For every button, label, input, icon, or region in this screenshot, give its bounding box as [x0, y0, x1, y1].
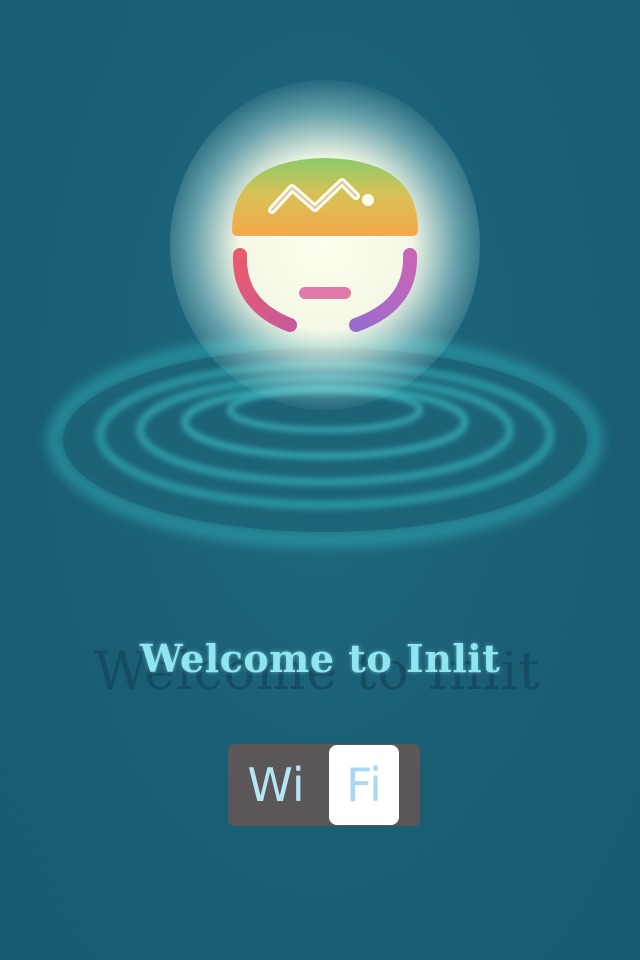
wifi-toggle-label-wi: Wi	[247, 758, 305, 812]
rainbow-lightbulb-icon	[232, 158, 418, 380]
bulb-left-side	[232, 248, 297, 332]
welcome-banner: Welcome to Inlit Welcome to Inlit	[0, 630, 640, 710]
wifi-toggle-knob-fi[interactable]: Fi	[329, 745, 399, 825]
welcome-screen: Welcome to Inlit Welcome to Inlit Wi Fi	[0, 0, 640, 960]
welcome-title: Welcome to Inlit	[140, 636, 501, 681]
bulb-right-side	[349, 248, 418, 332]
bulb-dome	[232, 158, 418, 236]
wifi-toggle[interactable]: Wi Fi	[228, 744, 420, 826]
